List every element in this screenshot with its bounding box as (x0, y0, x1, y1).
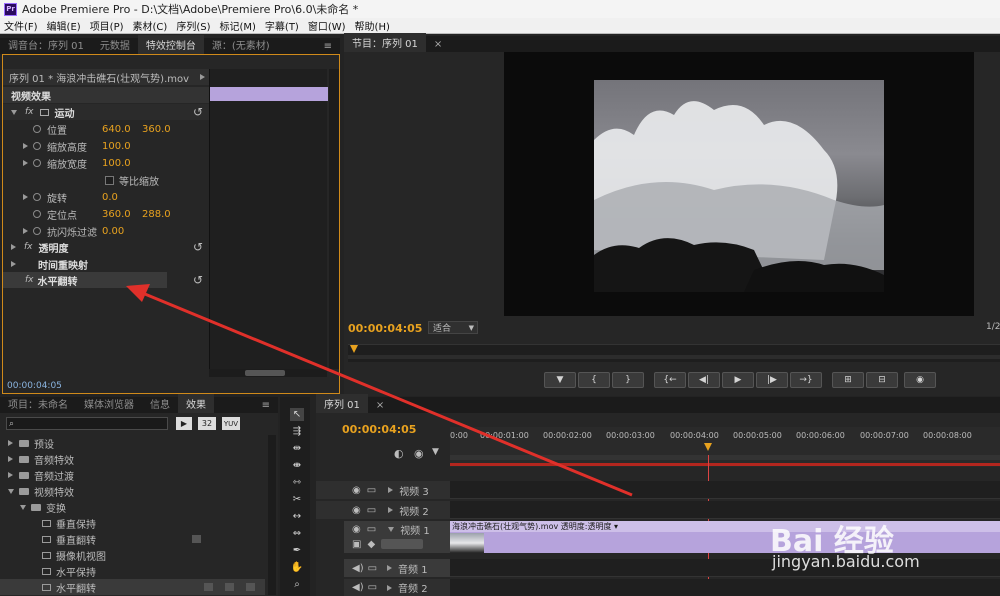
annotation-arrow (126, 284, 633, 497)
watermark-url: jingyan.baidu.com (772, 552, 920, 571)
